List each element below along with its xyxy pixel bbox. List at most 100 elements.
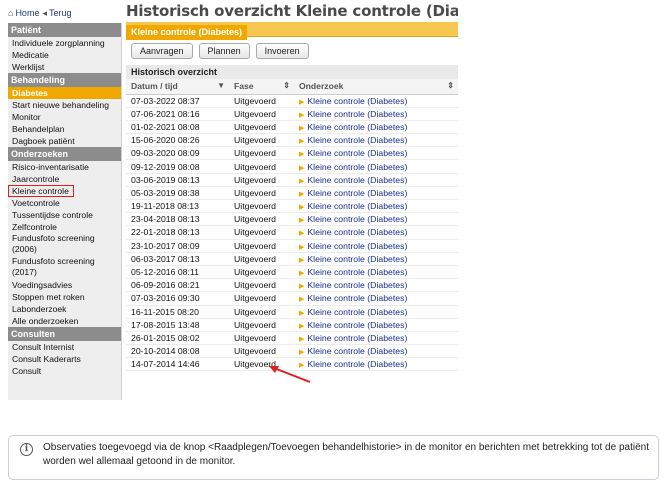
- exam-cell: ▶ Kleine controle (Diabetes): [294, 252, 458, 266]
- column-header-phase[interactable]: Fase ⇕: [229, 79, 294, 95]
- sidebar-item[interactable]: Diabetes: [8, 87, 121, 99]
- sidebar-item[interactable]: Start nieuwe behandeling: [8, 99, 121, 111]
- exam-link[interactable]: Kleine controle (Diabetes): [307, 109, 407, 119]
- sidebar-item[interactable]: Consult: [8, 365, 121, 377]
- exam-link[interactable]: Kleine controle (Diabetes): [307, 320, 407, 330]
- table-row[interactable]: 05-12-2016 08:11 Uitgevoerd ▶ Kleine contro…: [126, 265, 458, 280]
- column-header-date[interactable]: Datum / tijd ▼: [126, 79, 229, 95]
- exam-cell: ▶ Kleine controle (Diabetes): [294, 212, 458, 227]
- table-row[interactable]: 07-03-2022 08:37 Uitgevoerd ▶ Kleine contro…: [126, 94, 458, 108]
- date-cell: 03-06-2019 08:13: [126, 173, 229, 187]
- table-row[interactable]: 07-03-2016 09:30 Uitgevoerd ▶ Kleine contro…: [126, 291, 458, 306]
- row-arrow-icon: ▶: [299, 190, 305, 198]
- exam-link[interactable]: Kleine controle (Diabetes): [307, 214, 407, 224]
- exam-link[interactable]: Kleine controle (Diabetes): [307, 188, 407, 198]
- button-row: Aanvragen Plannen Invoeren: [126, 37, 458, 65]
- exam-link[interactable]: Kleine controle (Diabetes): [307, 241, 407, 251]
- exam-cell: ▶ Kleine controle (Diabetes): [294, 357, 458, 372]
- row-arrow-icon: ▶: [299, 177, 305, 185]
- back-link[interactable]: ◂ Terug: [42, 8, 71, 19]
- sidebar-item[interactable]: Fundusfoto screening (2006): [8, 233, 121, 256]
- date-cell: 20-10-2014 08:08: [126, 344, 229, 359]
- aanvragen-button[interactable]: Aanvragen: [131, 43, 193, 59]
- sidebar-item[interactable]: Risico-inventarisatie: [8, 161, 121, 173]
- exam-link[interactable]: Kleine controle (Diabetes): [307, 162, 407, 172]
- invoeren-button[interactable]: Invoeren: [255, 43, 309, 59]
- tab-kleine-controle[interactable]: Kleine controle (Diabetes): [126, 25, 248, 40]
- exam-link[interactable]: Kleine controle (Diabetes): [307, 307, 407, 317]
- exam-link[interactable]: Kleine controle (Diabetes): [307, 280, 407, 290]
- row-arrow-icon: ▶: [299, 270, 305, 278]
- table-row[interactable]: 20-10-2014 08:08 Uitgevoerd ▶ Kleine contro…: [126, 344, 458, 359]
- sidebar-item[interactable]: Individuele zorgplanning: [8, 37, 121, 49]
- sidebar-item[interactable]: Alle onderzoeken: [8, 315, 121, 327]
- sidebar-item[interactable]: Jaarcontrole: [8, 173, 121, 185]
- plannen-button[interactable]: Plannen: [198, 43, 250, 59]
- home-link[interactable]: ⌂ Home: [8, 8, 39, 18]
- table-row[interactable]: 06-03-2017 08:13 Uitgevoerd ▶ Kleine contro…: [126, 252, 458, 266]
- table-row[interactable]: 06-09-2016 08:21 Uitgevoerd ▶ Kleine contro…: [126, 278, 458, 293]
- sidebar-item[interactable]: Monitor: [8, 111, 121, 123]
- table-row[interactable]: 01-02-2021 08:08 Uitgevoerd ▶ Kleine contro…: [126, 120, 458, 135]
- exam-link[interactable]: Kleine controle (Diabetes): [307, 267, 407, 277]
- table-row[interactable]: 26-01-2015 08:02 Uitgevoerd ▶ Kleine contro…: [126, 331, 458, 346]
- sidebar-item[interactable]: Voetcontrole: [8, 197, 121, 209]
- table-row[interactable]: 07-06-2021 08:16 Uitgevoerd ▶ Kleine contro…: [126, 107, 458, 121]
- sidebar-item[interactable]: Werklijst: [8, 61, 121, 73]
- table-row[interactable]: 22-01-2018 08:13 Uitgevoerd ▶ Kleine contro…: [126, 225, 458, 240]
- sidebar-item[interactable]: Medicatie: [8, 49, 121, 61]
- date-cell: 07-03-2016 09:30: [126, 291, 229, 306]
- sidebar-item[interactable]: Stoppen met roken: [8, 291, 121, 303]
- history-header: Historisch overzicht: [126, 65, 458, 79]
- table-row[interactable]: 03-06-2019 08:13 Uitgevoerd ▶ Kleine contro…: [126, 173, 458, 187]
- exam-link[interactable]: Kleine controle (Diabetes): [307, 346, 407, 356]
- exam-link[interactable]: Kleine controle (Diabetes): [307, 96, 407, 106]
- phase-cell: Uitgevoerd: [229, 291, 294, 306]
- exam-cell: ▶ Kleine controle (Diabetes): [294, 159, 458, 174]
- top-navigation: ⌂ Home ◂ Terug: [8, 5, 126, 21]
- sidebar-item[interactable]: Labonderzoek: [8, 303, 121, 315]
- table-row[interactable]: 23-10-2017 08:09 Uitgevoerd ▶ Kleine contro…: [126, 239, 458, 253]
- phase-cell: Uitgevoerd: [229, 331, 294, 346]
- exam-link[interactable]: Kleine controle (Diabetes): [307, 333, 407, 343]
- table-row[interactable]: 19-11-2018 08:13 Uitgevoerd ▶ Kleine contro…: [126, 199, 458, 214]
- date-cell: 01-02-2021 08:08: [126, 120, 229, 135]
- sidebar-item[interactable]: Behandelplan: [8, 123, 121, 135]
- exam-link[interactable]: Kleine controle (Diabetes): [307, 135, 407, 145]
- exam-cell: ▶ Kleine controle (Diabetes): [294, 173, 458, 187]
- phase-cell: Uitgevoerd: [229, 278, 294, 293]
- tab-bar: Kleine controle (Diabetes): [126, 22, 458, 40]
- phase-cell: Uitgevoerd: [229, 199, 294, 214]
- sidebar-item[interactable]: Tussentijdse controle: [8, 209, 121, 221]
- exam-link[interactable]: Kleine controle (Diabetes): [307, 293, 407, 303]
- exam-link[interactable]: Kleine controle (Diabetes): [307, 359, 407, 369]
- table-row[interactable]: 16-11-2015 08:20 Uitgevoerd ▶ Kleine contro…: [126, 305, 458, 319]
- sidebar-item[interactable]: Consult Kaderarts: [8, 353, 121, 365]
- date-cell: 19-11-2018 08:13: [126, 199, 229, 214]
- sidebar-item[interactable]: Consult Internist: [8, 341, 121, 353]
- table-row[interactable]: 17-08-2015 13:48 Uitgevoerd ▶ Kleine contro…: [126, 318, 458, 332]
- exam-link[interactable]: Kleine controle (Diabetes): [307, 148, 407, 158]
- sidebar: Patiënt Individuele zorgplanning Medicatie…: [8, 23, 122, 400]
- table-row[interactable]: 09-03-2020 08:09 Uitgevoerd ▶ Kleine contro…: [126, 146, 458, 161]
- exam-link[interactable]: Kleine controle (Diabetes): [307, 227, 407, 237]
- date-cell: 09-03-2020 08:09: [126, 146, 229, 161]
- exam-link[interactable]: Kleine controle (Diabetes): [307, 201, 407, 211]
- exam-link[interactable]: Kleine controle (Diabetes): [307, 122, 407, 132]
- exam-cell: ▶ Kleine controle (Diabetes): [294, 278, 458, 293]
- sidebar-item[interactable]: Fundusfoto screening (2017): [8, 256, 121, 279]
- table-row[interactable]: 23-04-2018 08:13 Uitgevoerd ▶ Kleine contro…: [126, 212, 458, 227]
- sidebar-item[interactable]: Dagboek patiënt: [8, 135, 121, 147]
- column-header-exam[interactable]: Onderzoek ⇕: [294, 79, 458, 95]
- date-cell: 09-12-2019 08:08: [126, 159, 229, 174]
- sidebar-item[interactable]: Kleine controle: [8, 185, 74, 197]
- sidebar-item[interactable]: Voedingsadvies: [8, 279, 121, 291]
- exam-link[interactable]: Kleine controle (Diabetes): [307, 175, 407, 185]
- sidebar-item[interactable]: Zelfcontrole: [8, 221, 121, 233]
- row-arrow-icon: ▶: [299, 164, 305, 172]
- row-arrow-icon: ▶: [299, 256, 305, 264]
- table-row[interactable]: 15-06-2020 08:26 Uitgevoerd ▶ Kleine contro…: [126, 133, 458, 148]
- table-row[interactable]: 05-03-2019 08:38 Uitgevoerd ▶ Kleine contro…: [126, 186, 458, 201]
- table-row[interactable]: 09-12-2019 08:08 Uitgevoerd ▶ Kleine contro…: [126, 159, 458, 174]
- exam-link[interactable]: Kleine controle (Diabetes): [307, 254, 407, 264]
